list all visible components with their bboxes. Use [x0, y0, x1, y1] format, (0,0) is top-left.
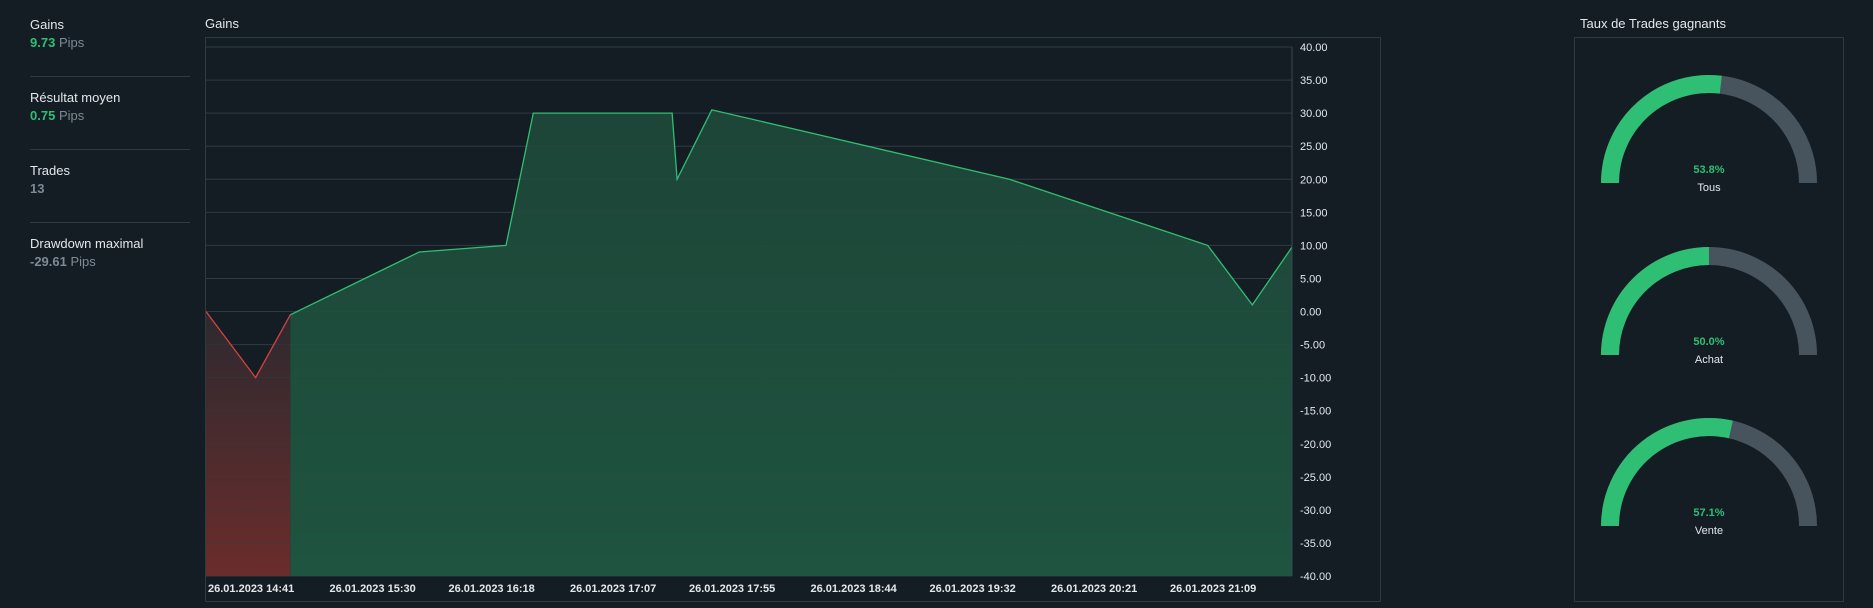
x-tick-label: 26.01.2023 17:07 [570, 583, 656, 595]
win-rate-panel: 53.8% Tous 50.0% Achat 57.1% Vente [1574, 37, 1844, 602]
y-tick-label: -15.00 [1300, 406, 1331, 418]
stat-label: Résultat moyen [30, 90, 121, 105]
gauge-buy: 50.0% Achat [1575, 243, 1843, 383]
gains-chart: 40.00 35.00 30.00 25.00 20.00 15.00 10.00 5.00 0… [205, 37, 1381, 602]
stat-value: -29.61 Pips [30, 253, 190, 271]
gauge-percent: 57.1% [1693, 507, 1725, 519]
y-tick-label: -30.00 [1300, 505, 1331, 517]
stat-number: 13 [30, 181, 45, 196]
chart-title: Gains [205, 16, 239, 31]
gauge-percent: 53.8% [1693, 164, 1725, 176]
stat-unit: Pips [58, 35, 85, 50]
y-tick-label: 15.00 [1300, 207, 1328, 219]
x-tick-label: 26.01.2023 19:32 [930, 583, 1016, 595]
stat-max-drawdown: Drawdown maximal -29.61 Pips [30, 235, 190, 296]
stat-number: 0.75 [30, 108, 56, 123]
stat-value: 0.75 Pips [30, 107, 190, 125]
stat-unit: Pips [58, 108, 85, 123]
y-tick-label: 20.00 [1300, 174, 1328, 186]
gauge-label: Vente [1694, 525, 1724, 537]
stat-gains: Gains 9.73 Pips [30, 16, 190, 77]
stat-number: -29.61 [30, 254, 67, 269]
gauge-label: Achat [1694, 354, 1724, 366]
y-tick-label: 30.00 [1300, 108, 1328, 120]
y-tick-label: -35.00 [1300, 538, 1331, 550]
x-tick-label: 26.01.2023 20:21 [1051, 583, 1137, 595]
x-tick-label: 26.01.2023 21:09 [1170, 583, 1256, 595]
stat-value: 9.73 Pips [30, 34, 190, 52]
stat-label: Trades [30, 163, 70, 178]
stat-unit: Pips [70, 254, 96, 269]
stat-label: Gains [30, 17, 64, 32]
y-tick-label: 35.00 [1300, 75, 1328, 87]
x-tick-label: 26.01.2023 15:30 [329, 583, 415, 595]
y-tick-label: -25.00 [1300, 472, 1331, 484]
y-tick-label: -40.00 [1300, 571, 1331, 583]
y-tick-label: -10.00 [1300, 373, 1331, 385]
stats-panel: Gains 9.73 Pips Résultat moyen 0.75 Pips… [30, 16, 190, 296]
y-tick-label: 25.00 [1300, 141, 1328, 153]
stat-trades: Trades 13 [30, 162, 190, 223]
gauge-sell: 57.1% Vente [1575, 414, 1843, 554]
gauge-all: 53.8% Tous [1575, 71, 1843, 211]
x-tick-label: 26.01.2023 17:55 [689, 583, 775, 595]
x-tick-label: 26.01.2023 16:18 [449, 583, 535, 595]
y-tick-label: -20.00 [1300, 439, 1331, 451]
gauge-percent: 50.0% [1693, 336, 1725, 348]
x-tick-label: 26.01.2023 18:44 [811, 583, 898, 595]
stat-label: Drawdown maximal [30, 236, 144, 251]
stat-average-result: Résultat moyen 0.75 Pips [30, 89, 190, 150]
y-tick-label: 10.00 [1300, 240, 1328, 252]
stat-number: 9.73 [30, 35, 56, 50]
gauge-label: Tous [1697, 182, 1721, 194]
y-tick-label: -5.00 [1300, 340, 1325, 352]
y-tick-label: 0.00 [1300, 307, 1321, 319]
stat-value: 13 [30, 180, 190, 198]
gains-chart-svg: 40.00 35.00 30.00 25.00 20.00 15.00 10.00 5.00 0… [206, 42, 1331, 595]
y-tick-label: 5.00 [1300, 273, 1321, 285]
x-tick-label: 26.01.2023 14:41 [208, 583, 294, 595]
gauges-title: Taux de Trades gagnants [1580, 16, 1726, 31]
y-tick-label: 40.00 [1300, 42, 1328, 54]
